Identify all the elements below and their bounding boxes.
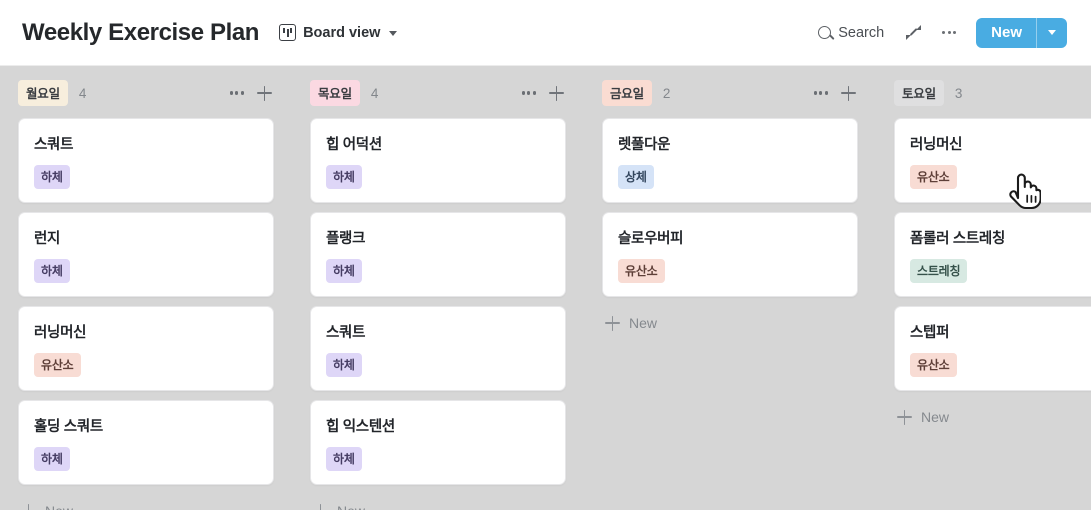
column-header: 금요일 2 [602, 80, 858, 106]
column-name-chip: 금요일 [602, 80, 652, 106]
board-card[interactable]: 렛풀다운상체 [602, 118, 858, 203]
plus-icon [21, 503, 36, 510]
card-title: 폼롤러 스트레칭 [910, 231, 1006, 247]
board-view-icon [279, 24, 297, 41]
column-name-chip: 토요일 [894, 80, 944, 106]
card-title: 힙 어덕션 [326, 137, 382, 153]
kanban-board: 월요일4스쿼트하체런지하체러닝머신유산소홀딩 스쿼트하체New목요일4힙 어덕션… [0, 66, 1091, 510]
column-more-icon[interactable] [813, 91, 828, 95]
add-card-button[interactable]: New [310, 494, 566, 510]
card-tag: 스트레칭 [910, 259, 968, 283]
add-card-label: New [629, 315, 658, 331]
add-card-label: New [45, 503, 73, 510]
column-add-icon[interactable] [841, 85, 856, 101]
add-card-button[interactable]: New [602, 306, 858, 340]
column-more-icon[interactable] [229, 91, 244, 95]
search-button[interactable]: Search [810, 21, 892, 45]
header-actions: Search New [810, 17, 1067, 48]
card-tag: 유산소 [618, 259, 665, 283]
card-title: 스쿼트 [326, 325, 366, 341]
board-card[interactable]: 스텝퍼유산소 [894, 306, 1091, 391]
board-card[interactable]: 런지하체 [18, 212, 274, 297]
card-tag: 하체 [326, 165, 362, 189]
column-actions [229, 85, 272, 101]
column-name-chip: 목요일 [310, 80, 360, 106]
column-card-count: 3 [954, 85, 963, 101]
column-more-icon[interactable] [521, 91, 536, 95]
card-title: 런지 [34, 231, 61, 247]
board-card[interactable]: 스쿼트하체 [310, 306, 566, 391]
search-label: Search [838, 24, 885, 41]
board-card[interactable]: 러닝머신유산소 [894, 118, 1091, 203]
column-card-count: 2 [662, 85, 671, 101]
board-card[interactable]: 홀딩 스쿼트하체 [18, 400, 274, 485]
board-card[interactable]: 슬로우버피유산소 [602, 212, 858, 297]
column-header: 목요일 4 [310, 80, 566, 106]
expand-button[interactable] [898, 19, 928, 47]
board-card[interactable]: 힙 어덕션하체 [310, 118, 566, 203]
board-card[interactable]: 스쿼트하체 [18, 118, 274, 203]
card-tag: 하체 [34, 165, 70, 189]
column-add-icon[interactable] [257, 85, 272, 101]
card-tag: 하체 [34, 259, 70, 283]
card-title: 러닝머신 [34, 325, 87, 341]
column-actions [813, 85, 856, 101]
card-tag: 유산소 [910, 165, 957, 189]
add-card-button[interactable]: New [18, 494, 274, 510]
board-column: 월요일4스쿼트하체런지하체러닝머신유산소홀딩 스쿼트하체New [0, 66, 292, 510]
column-add-icon[interactable] [549, 85, 564, 101]
card-tag: 하체 [34, 447, 70, 471]
board-column: 금요일 2 렛풀다운상체슬로우버피유산소 New [584, 66, 876, 340]
card-tag: 유산소 [910, 353, 957, 377]
new-button-dropdown[interactable] [1037, 18, 1067, 48]
add-card-label: New [921, 409, 950, 425]
column-card-count: 4 [370, 85, 379, 101]
chevron-down-icon [389, 31, 398, 36]
card-title: 스쿼트 [34, 137, 74, 153]
column-card-count: 4 [78, 85, 87, 101]
add-card-button[interactable]: New [894, 400, 1091, 434]
chevron-down-icon [1048, 30, 1056, 35]
card-title: 렛풀다운 [618, 137, 671, 153]
column-actions [521, 85, 564, 101]
board-card[interactable]: 러닝머신유산소 [18, 306, 274, 391]
board-column: 목요일4힙 어덕션하체플랭크하체스쿼트하체힙 익스텐션하체New [292, 66, 584, 510]
card-tag: 하체 [326, 447, 362, 471]
search-icon [818, 26, 832, 39]
card-title: 슬로우버피 [618, 231, 684, 247]
board-app-window: Weekly Exercise Plan Board view Search N… [0, 0, 1091, 510]
card-title: 플랭크 [326, 231, 366, 247]
card-tag: 하체 [326, 259, 362, 283]
plus-icon [313, 503, 328, 510]
app-header: Weekly Exercise Plan Board view Search N… [0, 0, 1091, 66]
card-title: 홀딩 스쿼트 [34, 419, 103, 435]
card-title: 스텝퍼 [910, 325, 950, 341]
more-horizontal-icon [941, 30, 957, 35]
add-card-label: New [337, 503, 365, 510]
column-name-chip: 월요일 [18, 80, 68, 106]
card-tag: 유산소 [34, 353, 81, 377]
board-card[interactable]: 폼롤러 스트레칭스트레칭 [894, 212, 1091, 297]
card-title: 러닝머신 [910, 137, 963, 153]
card-tag: 하체 [326, 353, 362, 377]
expand-arrows-icon [905, 25, 921, 40]
board-card[interactable]: 플랭크하체 [310, 212, 566, 297]
plus-icon [897, 409, 912, 425]
view-switcher-label: Board view [303, 24, 381, 41]
board-column: 토요일 3 러닝머신 유산소 폼롤러 스트레칭 스트레칭 스텝퍼 유산소 New [876, 66, 1091, 434]
card-title: 힙 익스텐션 [326, 419, 395, 435]
new-button[interactable]: New [976, 17, 1067, 48]
plus-icon [605, 315, 620, 331]
board-card[interactable]: 힙 익스텐션하체 [310, 400, 566, 485]
column-header: 월요일 4 [18, 80, 274, 106]
card-tag: 상체 [618, 165, 654, 189]
view-switcher[interactable]: Board view [275, 21, 401, 44]
page-title: Weekly Exercise Plan [22, 18, 260, 46]
more-options-button[interactable] [934, 19, 964, 47]
new-button-label: New [991, 24, 1022, 41]
column-header: 토요일 3 [894, 80, 1091, 106]
